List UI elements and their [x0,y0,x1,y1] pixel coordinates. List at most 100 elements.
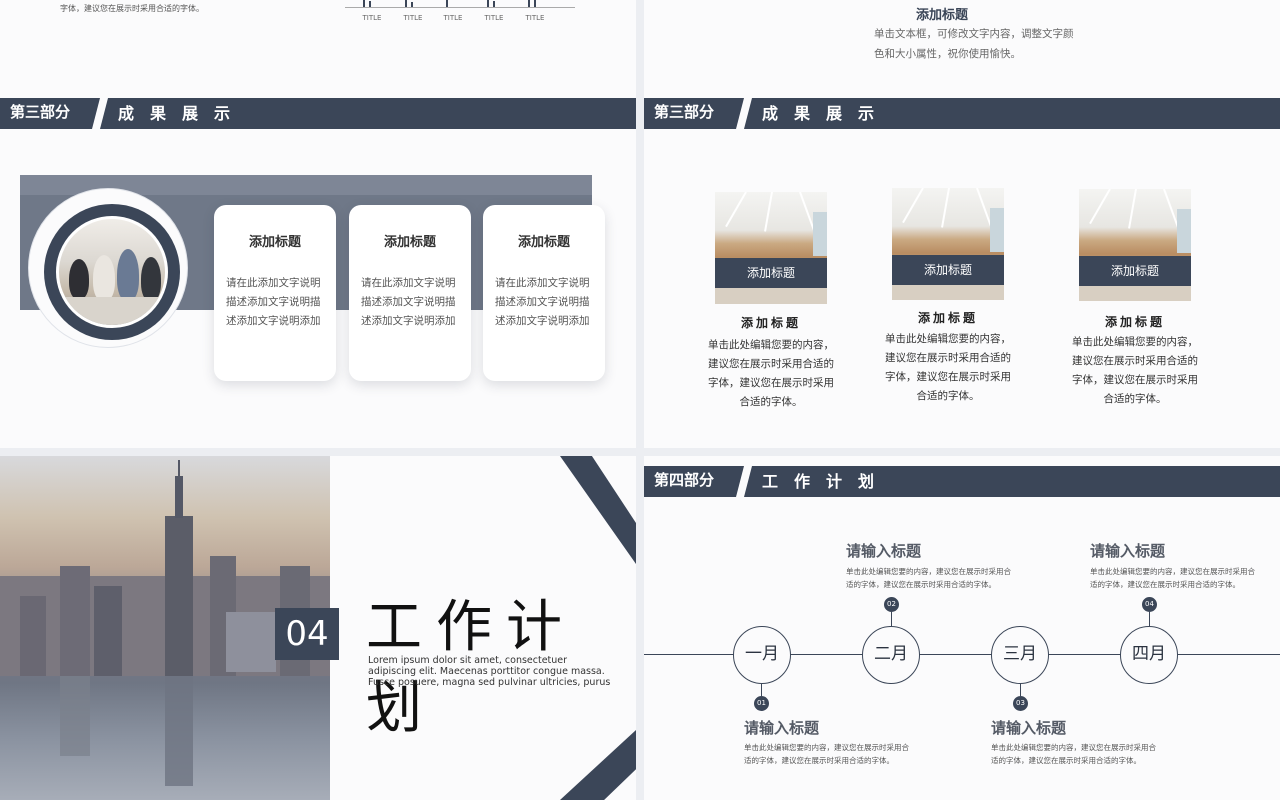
empire-state-building [165,516,193,676]
slide-thumbnail-6[interactable]: 第四部分 工作计划 请输入标题 单击此处编辑您要的内容，建议您在展示时采用合适的… [644,456,1280,800]
mini-bar [446,0,448,7]
info-card[interactable]: 添加标题 请在此添加文字说明描述添加文字说明描述添加文字说明添加 [214,205,336,381]
mini-bar-chart [345,0,575,8]
month-node-apr[interactable]: 四月 [1120,626,1178,684]
photo-label: 添加标题 [715,258,827,288]
event-connector [1149,612,1150,626]
event-title: 请输入标题 [991,719,1067,737]
slide-thumbnail-5[interactable]: 04 工作计划 Lorem ipsum dolor sit amet, cons… [0,456,636,800]
building [94,586,122,676]
ceiling-light [764,192,773,232]
building [226,612,276,672]
section-header: 第三部分 成果展示 [644,98,1280,129]
tick-label: TITLE [403,14,423,22]
item-body: 单击此处编辑您要的内容，建议您在展示时采用合适的字体，建议您在展示时采用合适的字… [1072,336,1198,405]
ceiling-light [941,188,950,228]
room-floor [715,286,827,304]
section-title: 成果展示 [118,104,247,123]
slide-thumbnail-4[interactable]: 第三部分 成果展示 添加标题 添加标题 单击此处编辑您要的内容，建议您在展示时采… [644,98,1280,448]
item-title: 添加标题 [917,311,978,325]
card-body: 请在此添加文字说明描述添加文字说明描述添加文字说明添加 [495,277,590,327]
tick-label: TITLE [484,14,504,22]
card-title: 添加标题 [248,235,301,250]
tick-label: TITLE [362,14,382,22]
ceiling-light [902,188,924,224]
section-number: 第四部分 [644,466,744,497]
slide-thumbnail-2[interactable]: 添加标题 单击文本框，可修改文字内容，调整文字颜色和大小属性，祝你使用愉快。 [644,0,1280,98]
section-header: 第四部分 工作计划 [644,466,1280,497]
event-title: 请输入标题 [846,542,922,560]
team-meeting-photo [56,216,168,328]
section-number: 第三部分 [644,98,744,129]
event-title: 请输入标题 [744,719,820,737]
photo-label: 添加标题 [1079,256,1191,286]
event-marker: 03 [1013,696,1028,711]
building-spire [175,476,183,518]
card-body: 请在此添加文字说明描述添加文字说明描述添加文字说明添加 [226,277,321,327]
mini-bar [411,2,413,7]
month-node-jan[interactable]: 一月 [733,626,791,684]
mini-bar [487,0,489,7]
section-title: 成果展示 [762,104,891,123]
event-marker: 04 [1142,597,1157,612]
photo-person [141,257,161,301]
section-number-box: 04 [275,608,339,660]
event-body: 单击此处编辑您要的内容，建议您在展示时采用合适的字体，建议您在展示时采用合适的字… [1090,567,1255,589]
card-title: 添加标题 [383,235,436,250]
tick-label: TITLE [443,14,463,22]
mini-bar [528,0,530,7]
item-title: 添加标题 [1104,315,1165,329]
photo-person [69,259,89,299]
building-reflection [60,676,90,756]
photo-table [59,297,165,325]
conference-room-photo: 添加标题 [715,192,827,304]
info-card[interactable]: 添加标题 请在此添加文字说明描述添加文字说明描述添加文字说明添加 [349,205,471,381]
building [20,596,46,676]
item-body: 单击此处编辑您要的内容，建议您在展示时采用合适的字体，建议您在展示时采用合适的字… [708,339,834,408]
event-body: 单击此处编辑您要的内容，建议您在展示时采用合适的字体，建议您在展示时采用合适的字… [744,743,909,765]
room-window [813,212,827,256]
item-body: 单击此处编辑您要的内容，建议您在展示时采用合适的字体，建议您在展示时采用合适的字… [885,333,1011,402]
month-node-mar[interactable]: 三月 [991,626,1049,684]
slide2-body: 单击文本框，可修改文字内容，调整文字颜色和大小属性，祝你使用愉快。 [874,28,1074,60]
slide1-fragment-text: 字体，建议您在展示时采用合适的字体。 [60,4,204,13]
event-body: 单击此处编辑您要的内容，建议您在展示时采用合适的字体，建议您在展示时采用合适的字… [991,743,1156,765]
month-node-feb[interactable]: 二月 [862,626,920,684]
ceiling-light [1128,189,1137,229]
photo-person [117,249,139,301]
building-reflection [165,676,193,786]
photo-label: 添加标题 [892,255,1004,285]
conference-room-photo: 添加标题 [892,188,1004,300]
mini-bar [534,0,536,7]
tick-label: TITLE [525,14,545,22]
slide-thumbnail-1[interactable]: 字体，建议您在展示时采用合适的字体。 TITLE TITLE TITLE TIT… [0,0,636,98]
event-marker: 01 [754,696,769,711]
photo-person [93,255,115,301]
room-window [990,208,1004,252]
event-connector [1020,684,1021,696]
ceiling-light [725,192,747,228]
decorative-slash-top [560,456,636,564]
card-body: 请在此添加文字说明描述添加文字说明描述添加文字说明添加 [361,277,456,327]
event-marker: 02 [884,597,899,612]
building-antenna [178,460,180,478]
mini-bar [493,1,495,7]
room-window [1177,209,1191,253]
mini-bar [405,0,407,7]
conference-room-photo: 添加标题 [1079,189,1191,301]
event-connector [761,684,762,696]
event-connector [891,612,892,626]
mini-bar [369,1,371,7]
section-title: 工作计划 [762,472,891,491]
card-title: 添加标题 [517,235,570,250]
event-title: 请输入标题 [1090,542,1166,560]
event-body: 单击此处编辑您要的内容，建议您在展示时采用合适的字体，建议您在展示时采用合适的字… [846,567,1011,589]
item-title: 添加标题 [740,316,801,330]
section-number: 第三部分 [0,98,100,129]
info-card[interactable]: 添加标题 请在此添加文字说明描述添加文字说明描述添加文字说明添加 [483,205,605,381]
mini-bar [363,0,365,7]
section-header: 第三部分 成果展示 [0,98,636,129]
slide-thumbnail-3[interactable]: 第三部分 成果展示 添加标题 请在此添加文字说明描述添加文字说明描述添加文字说明… [0,98,636,448]
ceiling-light [1089,189,1111,225]
building [60,566,90,676]
